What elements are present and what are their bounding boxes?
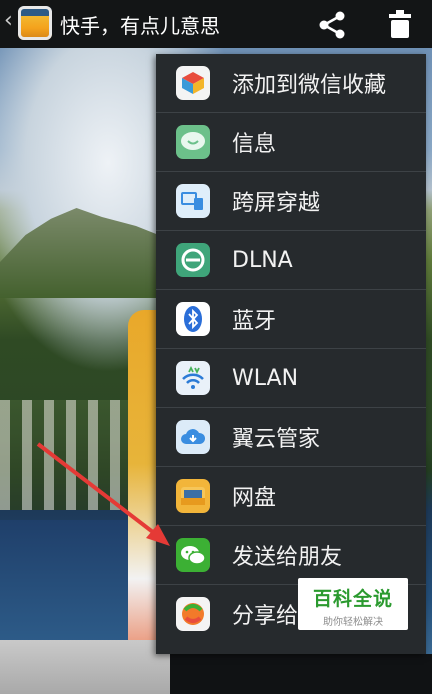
watermark-subtitle: 助你轻松解决 bbox=[323, 617, 383, 628]
menu-item-label: 分享给 bbox=[232, 604, 299, 629]
menu-item-label: WLAN bbox=[232, 365, 299, 391]
menu-item-label: 添加到微信收藏 bbox=[232, 73, 387, 98]
menu-item-bluetooth[interactable]: 蓝牙 bbox=[156, 290, 426, 349]
message-icon bbox=[176, 125, 210, 159]
menu-item-send-to-friend[interactable]: 发送给朋友 bbox=[156, 526, 426, 585]
menu-item-message[interactable]: 信息 bbox=[156, 113, 426, 172]
page-title: 快手，有点儿意思 bbox=[60, 14, 220, 38]
share-app-icon bbox=[176, 597, 210, 631]
menu-item-label: DLNA bbox=[232, 247, 293, 273]
watermark-badge: 百科全说 助你轻松解决 bbox=[298, 578, 408, 630]
menu-item-label: 跨屏穿越 bbox=[232, 191, 321, 216]
menu-item-label: 翼云管家 bbox=[232, 427, 321, 452]
menu-item-cloud-manager[interactable]: 翼云管家 bbox=[156, 408, 426, 467]
back-arrow-icon[interactable]: ‹ bbox=[4, 10, 13, 32]
menu-item-label: 发送给朋友 bbox=[232, 545, 343, 570]
watermark-title: 百科全说 bbox=[312, 588, 393, 610]
menu-item-wechat-favorite[interactable]: 添加到微信收藏 bbox=[156, 54, 426, 113]
dlna-icon bbox=[176, 243, 210, 277]
top-bar: ‹ 快手，有点儿意思 bbox=[0, 0, 432, 48]
menu-item-net-disk[interactable]: 网盘 bbox=[156, 467, 426, 526]
wechat-favorite-icon bbox=[176, 66, 210, 100]
net-disk-icon bbox=[176, 479, 210, 513]
share-menu: 添加到微信收藏 信息 跨屏穿越 DLNA 蓝牙 WLAN 翼云管家 网盘 发送给… bbox=[156, 54, 426, 654]
mountain-scene bbox=[0, 208, 170, 298]
menu-item-dlna[interactable]: DLNA bbox=[156, 231, 426, 290]
bluetooth-icon bbox=[176, 302, 210, 336]
dock-scene bbox=[0, 640, 170, 694]
app-thumbnail-icon[interactable] bbox=[18, 6, 52, 40]
trash-icon[interactable] bbox=[384, 8, 416, 40]
menu-item-wlan[interactable]: WLAN bbox=[156, 349, 426, 408]
red-arrow-annotation bbox=[36, 442, 170, 546]
menu-item-label: 信息 bbox=[232, 132, 277, 157]
menu-item-cross-screen[interactable]: 跨屏穿越 bbox=[156, 172, 426, 231]
share-icon[interactable] bbox=[316, 10, 348, 40]
wechat-icon bbox=[176, 538, 210, 572]
cross-screen-icon bbox=[176, 184, 210, 218]
menu-item-label: 网盘 bbox=[232, 486, 277, 511]
menu-item-label: 蓝牙 bbox=[232, 309, 277, 334]
cloud-manager-icon bbox=[176, 420, 210, 454]
wlan-icon bbox=[176, 361, 210, 395]
